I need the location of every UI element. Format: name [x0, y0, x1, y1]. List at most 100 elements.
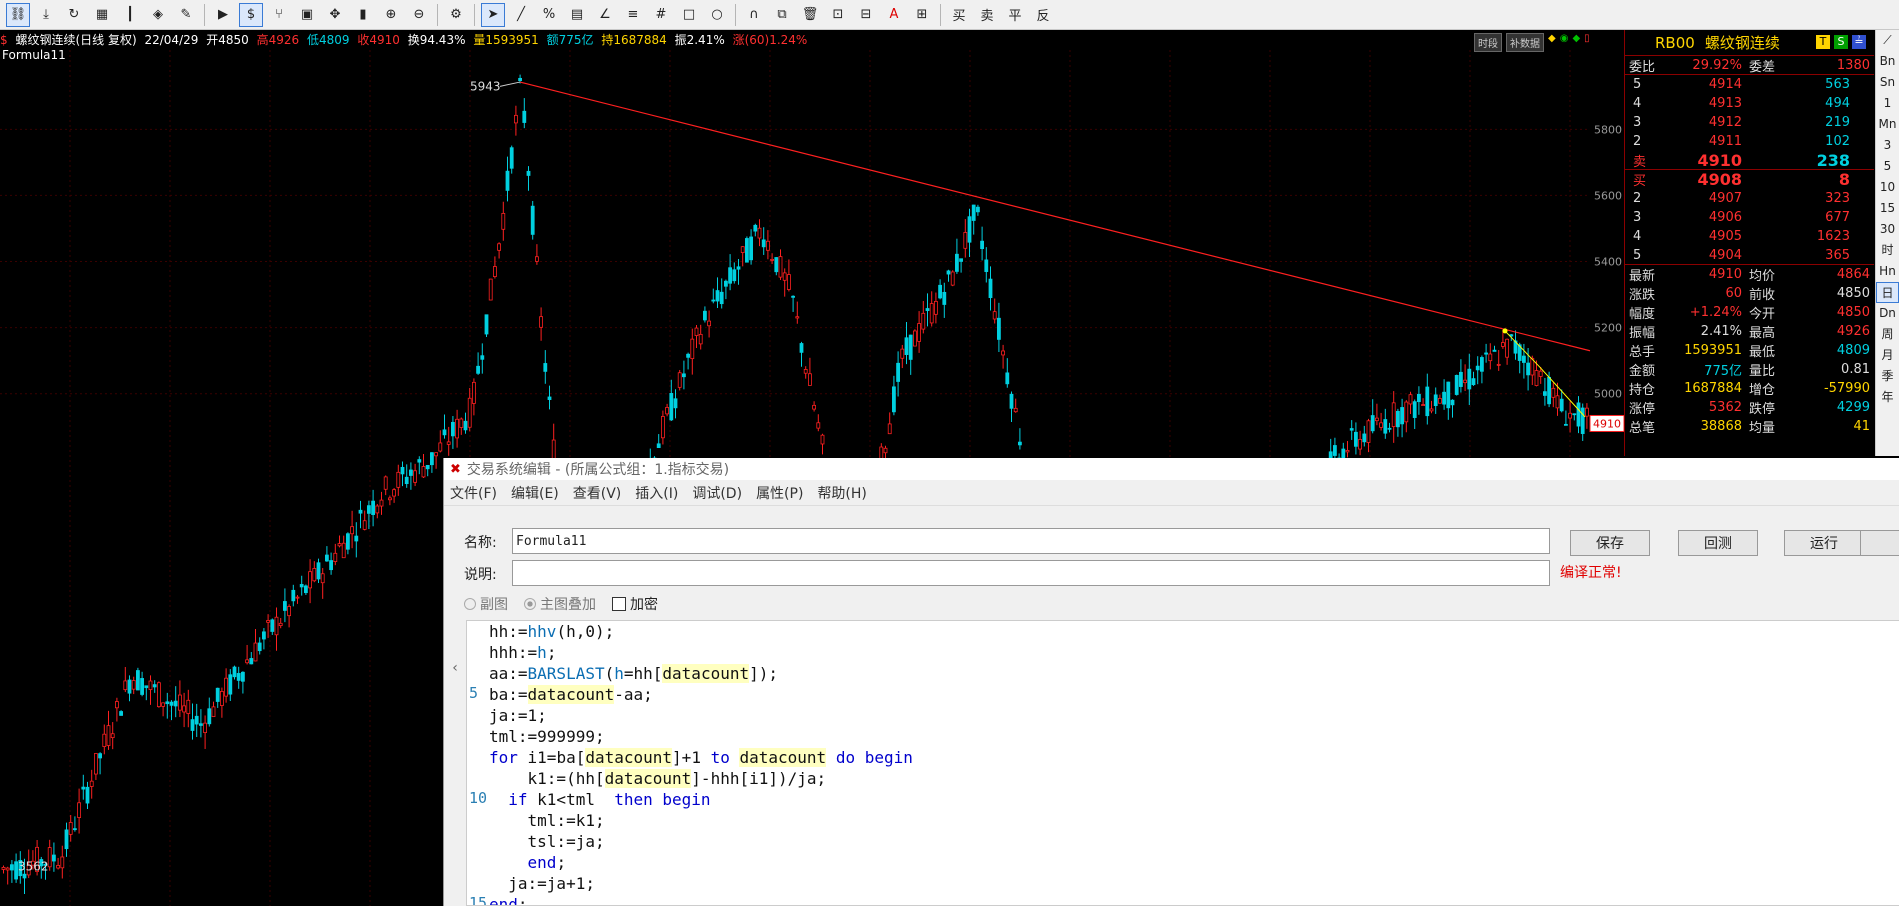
- text-color-icon[interactable]: A: [882, 3, 906, 27]
- candles-icon[interactable]: ┃: [118, 3, 142, 27]
- period-tab-0[interactable]: Bn: [1876, 51, 1899, 72]
- save-icon[interactable]: ⊞: [910, 3, 934, 27]
- edit-icon[interactable]: ✎: [174, 3, 198, 27]
- trade-button-0[interactable]: 买: [947, 3, 971, 27]
- hash-icon[interactable]: #: [649, 3, 673, 27]
- channel-icon[interactable]: ≡: [621, 3, 645, 27]
- fill-data-button[interactable]: 补数据: [1506, 33, 1544, 52]
- move-icon[interactable]: ✥: [323, 3, 347, 27]
- name-input[interactable]: [512, 528, 1550, 554]
- period-tab-3[interactable]: Mn: [1876, 114, 1899, 135]
- period-tab-15[interactable]: 季: [1876, 366, 1899, 387]
- rect-icon[interactable]: □: [677, 3, 701, 27]
- trade-button-2[interactable]: 平: [1003, 3, 1027, 27]
- code-line[interactable]: aa:=BARSLAST(h=hh[datacount]);: [489, 663, 913, 684]
- period-tab-7[interactable]: 15: [1876, 198, 1899, 219]
- trash-icon[interactable]: 🗑: [798, 3, 822, 27]
- code-line[interactable]: tml:=k1;: [489, 810, 913, 831]
- chart-icon[interactable]: ⟋: [1876, 30, 1899, 51]
- period-tab-12[interactable]: Dn: [1876, 303, 1899, 324]
- sub-chart-radio[interactable]: [464, 598, 476, 610]
- period-tab-8[interactable]: 30: [1876, 219, 1899, 240]
- magnet-icon[interactable]: ∩: [742, 3, 766, 27]
- period-tab-16[interactable]: 年: [1876, 387, 1899, 408]
- code-line[interactable]: if k1<tml then begin: [489, 789, 913, 810]
- line-icon[interactable]: ╱: [509, 3, 533, 27]
- code-lines[interactable]: hh:=hhv(h,0); hhh:=h; aa:=BARSLAST(h=hh[…: [489, 621, 913, 905]
- encrypt-label: 加密: [630, 597, 658, 613]
- angle-icon[interactable]: ∠: [593, 3, 617, 27]
- trade-button-3[interactable]: 反: [1031, 3, 1055, 27]
- cursor-icon[interactable]: ➤: [481, 2, 505, 27]
- menu-item-3[interactable]: 插入(I): [635, 483, 678, 503]
- percent-icon[interactable]: %: [537, 3, 561, 27]
- dollar-icon[interactable]: $: [239, 2, 263, 27]
- encrypt-checkbox[interactable]: [612, 597, 626, 611]
- collapse-arrow-icon[interactable]: ‹: [444, 648, 466, 688]
- code-line[interactable]: end;: [489, 894, 913, 905]
- panel-toggle-icon[interactable]: ▯: [1584, 33, 1590, 52]
- save-button[interactable]: 保存: [1570, 530, 1650, 556]
- compass-icon[interactable]: ◈: [146, 3, 170, 27]
- code-line[interactable]: ba:=datacount-aa;: [489, 684, 913, 705]
- grid-icon[interactable]: ▦: [90, 3, 114, 27]
- gear-icon[interactable]: ⚙: [444, 3, 468, 27]
- code-line[interactable]: ja:=1;: [489, 705, 913, 726]
- diamond-icon[interactable]: ◆: [1548, 33, 1556, 52]
- code-editor[interactable]: 5 10 15 hh:=hhv(h,0); hhh:=h; aa:=BARSLA…: [466, 620, 1899, 906]
- period-tab-4[interactable]: 3: [1876, 135, 1899, 156]
- period-tab-6[interactable]: 10: [1876, 177, 1899, 198]
- more-button[interactable]: [1860, 530, 1899, 556]
- eye-icon[interactable]: ◉: [1560, 33, 1569, 52]
- code-line[interactable]: tml:=999999;: [489, 726, 913, 747]
- zoom-out-icon[interactable]: ⊖: [407, 3, 431, 27]
- menu-item-0[interactable]: 文件(F): [450, 483, 497, 503]
- zoom-in-icon[interactable]: ⊕: [379, 3, 403, 27]
- sync-icon[interactable]: ↻: [62, 3, 86, 27]
- period-tab-9[interactable]: 时: [1876, 240, 1899, 261]
- period-tab-1[interactable]: Sn: [1876, 72, 1899, 93]
- play-icon[interactable]: ▶: [211, 3, 235, 27]
- circle-icon[interactable]: ○: [705, 3, 729, 27]
- code-line[interactable]: k1:=(hh[datacount]-hhh[i1])/ja;: [489, 768, 913, 789]
- code-line[interactable]: hhh:=h;: [489, 642, 913, 663]
- menu-item-6[interactable]: 帮助(H): [817, 483, 866, 503]
- menu-item-2[interactable]: 查看(V): [573, 483, 622, 503]
- l-icon[interactable]: ≟: [1852, 35, 1866, 49]
- bid-level: 4: [1633, 229, 1642, 244]
- stat-value: 1593951: [1684, 343, 1742, 358]
- code-line[interactable]: tsl:=ja;: [489, 831, 913, 852]
- period-tab-2[interactable]: 1: [1876, 93, 1899, 114]
- code-line[interactable]: for i1=ba[datacount]+1 to datacount do b…: [489, 747, 913, 768]
- run-button[interactable]: 运行: [1784, 530, 1864, 556]
- session-button[interactable]: 时段: [1474, 33, 1502, 52]
- grid2-icon[interactable]: ▤: [565, 3, 589, 27]
- table-icon[interactable]: ▣: [295, 3, 319, 27]
- bar-icon[interactable]: ▮: [351, 3, 375, 27]
- fork-icon[interactable]: ⑂: [267, 3, 291, 27]
- code-line[interactable]: ja:=ja+1;: [489, 873, 913, 894]
- download-icon[interactable]: ⤓: [34, 3, 58, 27]
- menu-item-5[interactable]: 属性(P): [756, 483, 803, 503]
- copy-icon[interactable]: ⧉: [770, 3, 794, 27]
- menu-item-4[interactable]: 调试(D): [692, 483, 742, 503]
- code-line[interactable]: hh:=hhv(h,0);: [489, 621, 913, 642]
- link-icon[interactable]: ⛓: [6, 2, 30, 27]
- t-icon[interactable]: T: [1816, 35, 1830, 49]
- code-line[interactable]: end;: [489, 852, 913, 873]
- trade-button-1[interactable]: 卖: [975, 3, 999, 27]
- period-tab-11[interactable]: 日: [1876, 282, 1899, 303]
- candle-body: [425, 464, 430, 470]
- lock2-icon[interactable]: ⊟: [854, 3, 878, 27]
- menu-item-1[interactable]: 编辑(E): [511, 483, 559, 503]
- period-tab-14[interactable]: 月: [1876, 345, 1899, 366]
- backtest-button[interactable]: 回测: [1678, 530, 1758, 556]
- period-tab-13[interactable]: 周: [1876, 324, 1899, 345]
- leaf-icon[interactable]: ◆: [1572, 33, 1580, 52]
- s-icon[interactable]: S: [1834, 35, 1848, 49]
- period-tab-5[interactable]: 5: [1876, 156, 1899, 177]
- desc-input[interactable]: [512, 560, 1550, 586]
- period-tab-10[interactable]: Hn: [1876, 261, 1899, 282]
- main-overlay-radio[interactable]: [524, 598, 536, 610]
- lock-icon[interactable]: ⊡: [826, 3, 850, 27]
